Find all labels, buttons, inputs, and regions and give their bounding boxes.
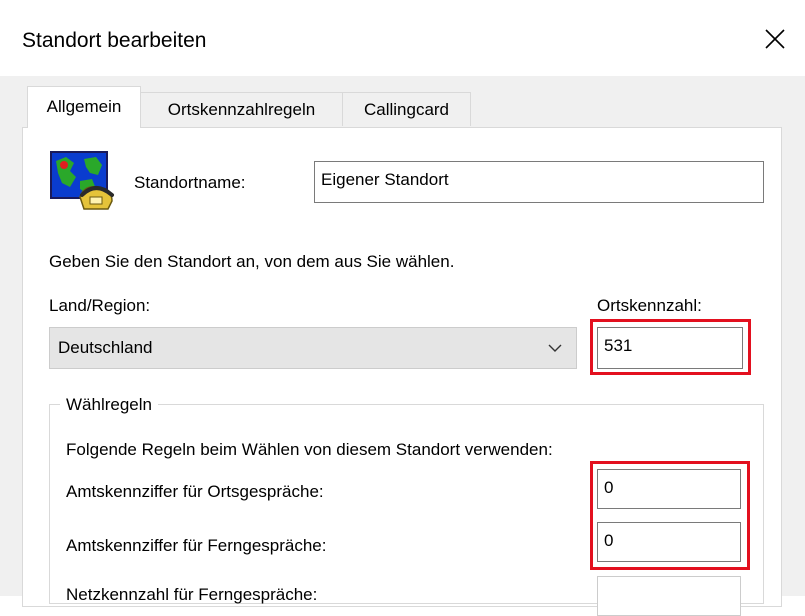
carrier-code-label: Netzkennzahl für Ferngespräche: (66, 585, 318, 604)
local-access-label: Amtskennziffer für Ortsgespräche: (66, 482, 324, 501)
location-name-input[interactable]: Eigener Standort (314, 161, 764, 203)
chevron-down-icon (548, 344, 562, 352)
area-code-label: Ortskennzahl: (597, 296, 702, 315)
country-label: Land/Region: (49, 296, 151, 315)
tab-ortskennzahlregeln-label: Ortskennzahlregeln (167, 100, 316, 119)
tab-allgemein[interactable]: Allgemein (27, 86, 141, 128)
access-codes-highlight (590, 461, 750, 570)
window-title: Standort bearbeiten (22, 29, 207, 52)
tab-ortskennzahlregeln[interactable]: Ortskennzahlregeln (140, 92, 343, 126)
location-name-label: Standortname: (134, 173, 246, 192)
tab-callingcard-label: Callingcard (363, 100, 450, 119)
instruction-text: Geben Sie den Standort an, von dem aus S… (49, 252, 455, 271)
title-bar: Standort bearbeiten (0, 0, 805, 76)
country-value: Deutschland (58, 338, 153, 357)
location-name-value: Eigener Standort (321, 170, 449, 189)
dialing-rules-instruction: Folgende Regeln beim Wählen von diesem S… (66, 440, 553, 459)
close-button[interactable] (749, 14, 805, 66)
country-select[interactable]: Deutschland (49, 327, 577, 369)
tab-callingcard[interactable]: Callingcard (342, 92, 471, 126)
close-icon (765, 29, 785, 49)
area-code-highlight (590, 319, 751, 375)
carrier-code-input[interactable] (597, 576, 741, 616)
long-distance-access-label: Amtskennziffer für Ferngespräche: (66, 536, 327, 555)
tab-allgemein-label: Allgemein (46, 97, 122, 116)
map-phone-icon (50, 151, 114, 210)
dialing-rules-title: Wählregeln (60, 395, 158, 415)
